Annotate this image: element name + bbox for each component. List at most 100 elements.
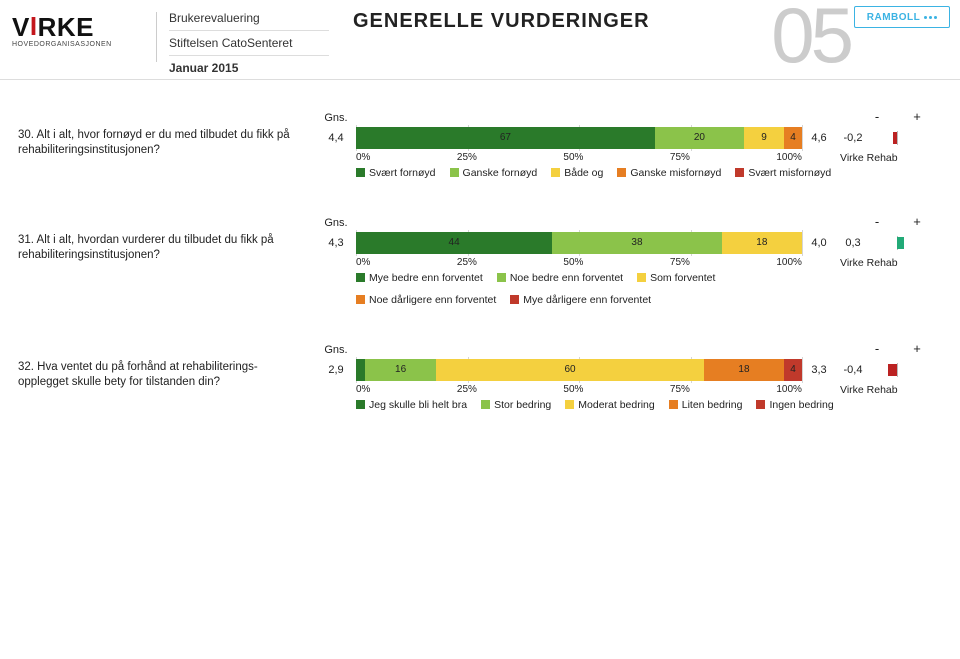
comparison-label: Virke Rehab (802, 152, 870, 164)
legend-label: Ganske fornøyd (463, 167, 538, 179)
stacked-bar: 672094 (356, 127, 802, 149)
legend-item: Som forventet (637, 272, 715, 284)
legend-item: Ingen bedring (756, 399, 833, 411)
chart-block: 32. Hva ventet du på forhånd at rehabili… (18, 342, 942, 411)
chart-wrap: Gns.-+4,34438184,00,30%25%50%75%100%Virk… (316, 215, 942, 306)
axis-tick: 50% (563, 384, 583, 396)
diff-bar (884, 131, 910, 145)
question-text: 30. Alt i alt, hvor fornøyd er du med ti… (18, 110, 316, 159)
comparison-value: 3,3 (802, 364, 836, 376)
chart-wrap: Gns.-+4,46720944,6-0,20%25%50%75%100%Vir… (316, 110, 942, 179)
gns-value: 4,3 (316, 237, 356, 249)
bar-segment: 2 (356, 359, 365, 381)
axis-tick: 0% (356, 384, 370, 396)
stacked-bar: 443818 (356, 232, 802, 254)
meta-line-1: Brukerevaluering (169, 8, 329, 28)
legend-label: Noe bedre enn forventet (510, 272, 623, 284)
legend-item: Liten bedring (669, 399, 743, 411)
legend: Mye bedre enn forventet Noe bedre enn for… (356, 272, 856, 306)
axis-tick: 50% (563, 257, 583, 269)
bar-segment: 9 (744, 127, 784, 149)
bar-row: 4,34438184,00,3 (316, 231, 942, 255)
legend-label: Både og (564, 167, 603, 179)
legend-item: Ganske misfornøyd (617, 167, 721, 179)
diff-bar (884, 236, 910, 250)
legend-label: Moderat bedring (578, 399, 654, 411)
axis-row: 0%25%50%75%100%Virke Rehab (316, 384, 942, 396)
bar-segment: 44 (356, 232, 552, 254)
axis-tick: 75% (670, 384, 690, 396)
axis-tick: 75% (670, 152, 690, 164)
bar-segment: 38 (552, 232, 721, 254)
bar-segment: 16 (365, 359, 436, 381)
axis-tick: 0% (356, 257, 370, 269)
legend-item: Ganske fornøyd (450, 167, 538, 179)
legend-swatch (356, 400, 365, 409)
axis-tick: 75% (670, 257, 690, 269)
gns-value: 2,9 (316, 364, 356, 376)
legend-item: Noe dårligere enn forventet (356, 294, 496, 306)
legend: Jeg skulle bli helt bra Stor bedring Moder… (356, 399, 856, 411)
legend-label: Svært misfornøyd (748, 167, 831, 179)
diff-value: -0,4 (836, 364, 870, 376)
chart-wrap: Gns.-+2,9216601843,3-0,40%25%50%75%100%V… (316, 342, 942, 411)
axis-tick: 25% (457, 384, 477, 396)
legend-label: Noe dårligere enn forventet (369, 294, 496, 306)
bar-row: 2,9216601843,3-0,4 (316, 358, 942, 382)
bar-segment: 18 (722, 232, 802, 254)
bar-segment: 4 (784, 359, 802, 381)
bar-segment: 67 (356, 127, 655, 149)
legend-item: Mye dårligere enn forventet (510, 294, 651, 306)
axis-tick: 100% (776, 152, 802, 164)
axis-tick: 25% (457, 152, 477, 164)
legend-swatch (356, 295, 365, 304)
legend-swatch (617, 168, 626, 177)
comparison-label: Virke Rehab (802, 257, 870, 269)
legend-label: Ingen bedring (769, 399, 833, 411)
legend-item: Svært misfornøyd (735, 167, 831, 179)
legend-label: Mye dårligere enn forventet (523, 294, 651, 306)
legend-item: Både og (551, 167, 603, 179)
diff-bar (884, 363, 910, 377)
legend-swatch (450, 168, 459, 177)
virke-logo: VIRKE HOVEDORGANISASJONEN (12, 8, 152, 48)
comparison-value: 4,6 (802, 132, 836, 144)
page-header: VIRKE HOVEDORGANISASJONEN Brukerevalueri… (0, 0, 960, 80)
gns-header: Gns. (316, 112, 356, 124)
header-divider (156, 12, 157, 62)
axis-tick: 25% (457, 257, 477, 269)
axis-tick: 100% (776, 257, 802, 269)
legend-swatch (735, 168, 744, 177)
chart-block: 31. Alt i alt, hvordan vurderer du tilbu… (18, 215, 942, 306)
header-meta: Brukerevaluering Stiftelsen CatoSenteret… (169, 8, 329, 79)
bar-row: 4,46720944,6-0,2 (316, 126, 942, 150)
minus-label: - (870, 214, 884, 229)
legend-label: Som forventet (650, 272, 715, 284)
legend-item: Stor bedring (481, 399, 551, 411)
question-text: 31. Alt i alt, hvordan vurderer du tilbu… (18, 215, 316, 264)
gns-header: Gns. (316, 217, 356, 229)
legend-label: Jeg skulle bli helt bra (369, 399, 467, 411)
chart-block: 30. Alt i alt, hvor fornøyd er du med ti… (18, 110, 942, 179)
minus-label: - (870, 341, 884, 356)
legend-label: Liten bedring (682, 399, 743, 411)
legend-swatch (565, 400, 574, 409)
legend-swatch (510, 295, 519, 304)
axis-row: 0%25%50%75%100%Virke Rehab (316, 152, 942, 164)
ramboll-logo: RAMBOLL (854, 6, 950, 28)
stacked-bar: 21660184 (356, 359, 802, 381)
legend-label: Mye bedre enn forventet (369, 272, 483, 284)
bar-segment: 60 (436, 359, 704, 381)
legend: Svært fornøyd Ganske fornøyd Både og Ganske… (356, 167, 856, 179)
legend-item: Jeg skulle bli helt bra (356, 399, 467, 411)
axis-row: 0% 25% 50% 75% 100%Virke Rehab (316, 257, 942, 269)
axis-tick: 50% (563, 152, 583, 164)
legend-item: Mye bedre enn forventet (356, 272, 483, 284)
legend-swatch (481, 400, 490, 409)
content-area: 30. Alt i alt, hvor fornøyd er du med ti… (0, 80, 960, 411)
legend-swatch (356, 168, 365, 177)
legend-label: Ganske misfornøyd (630, 167, 721, 179)
legend-item: Svært fornøyd (356, 167, 436, 179)
meta-date: Januar 2015 (169, 58, 329, 78)
page-number: 05 (771, 0, 850, 81)
